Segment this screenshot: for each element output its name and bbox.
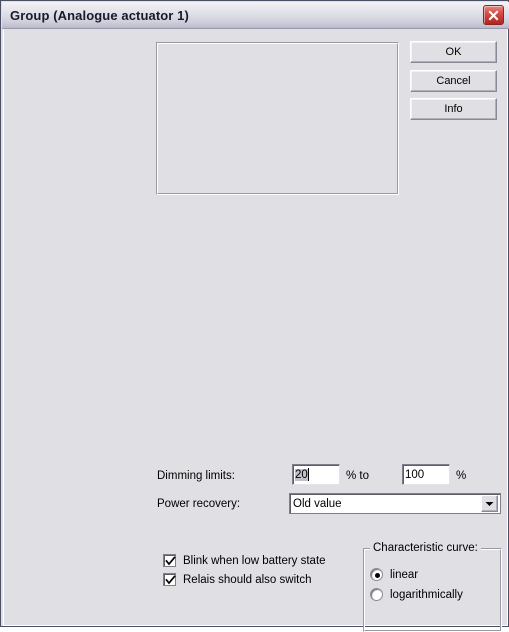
window-title: Group (Analogue actuator 1) — [10, 7, 189, 23]
characteristic-curve-legend: Characteristic curve: — [370, 542, 481, 554]
checkbox-checked-icon — [163, 554, 176, 567]
dimming-high-input[interactable]: 100 — [402, 464, 450, 485]
radio-linear-label: linear — [390, 568, 419, 581]
close-button[interactable] — [483, 5, 504, 25]
radio-selected-icon — [370, 568, 383, 581]
dimming-low-input[interactable]: 20 — [292, 464, 340, 485]
power-recovery-value: Old value — [293, 497, 342, 510]
blink-low-battery-checkbox[interactable]: Blink when low battery state — [163, 554, 326, 567]
percent-label: % — [456, 470, 467, 482]
cancel-button[interactable]: Cancel — [410, 70, 497, 92]
radio-linear[interactable]: linear — [370, 568, 418, 581]
ok-button[interactable]: OK — [410, 41, 497, 63]
relais-switch-checkbox[interactable]: Relais should also switch — [163, 573, 311, 586]
radio-logarithmically-label: logarithmically — [390, 588, 463, 601]
dimming-low-value: 20 — [295, 468, 308, 481]
relais-switch-label: Relais should also switch — [183, 573, 312, 586]
percent-to-label: % to — [346, 470, 370, 482]
chevron-down-icon — [485, 501, 494, 506]
dimming-high-value: 100 — [405, 468, 425, 481]
title-bar[interactable]: Group (Analogue actuator 1) — [2, 2, 509, 29]
info-button[interactable]: Info — [410, 98, 497, 120]
radio-logarithmically[interactable]: logarithmically — [370, 588, 463, 601]
preview-panel-bevel — [157, 43, 398, 194]
dialog-window: Group (Analogue actuator 1) OK Cancel In… — [0, 0, 509, 632]
radio-unselected-icon — [370, 588, 383, 601]
dimming-limits-label: Dimming limits: — [157, 470, 235, 482]
dialog-client-area: OK Cancel Info Dimming limits: 20 % to 1… — [4, 30, 507, 632]
power-recovery-select[interactable]: Old value — [289, 493, 501, 514]
power-recovery-label: Power recovery: — [157, 498, 241, 510]
preview-panel[interactable] — [156, 42, 399, 195]
power-recovery-dropdown-button[interactable] — [481, 495, 498, 512]
radio-dot — [374, 572, 380, 578]
close-icon — [488, 10, 499, 21]
blink-low-battery-label: Blink when low battery state — [183, 554, 326, 567]
text-caret — [307, 468, 309, 481]
checkbox-checked-icon — [163, 573, 176, 586]
